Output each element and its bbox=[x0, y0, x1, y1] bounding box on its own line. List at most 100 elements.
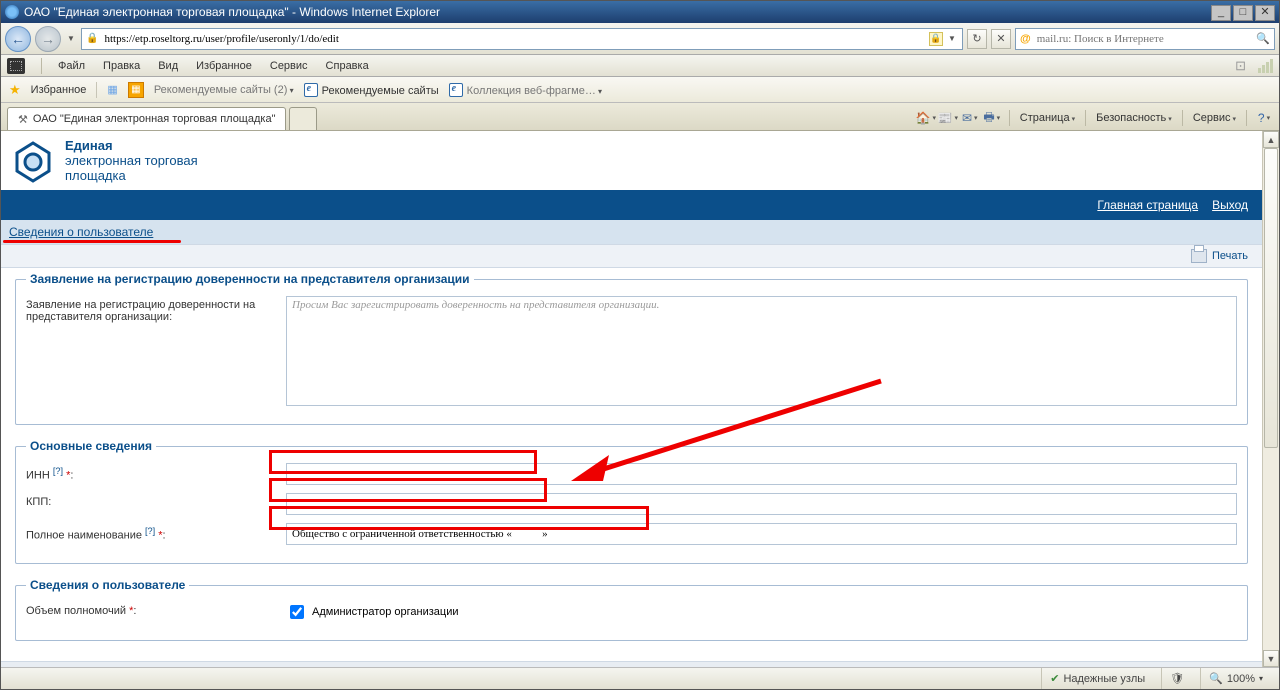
page-body: Единая электронная торговая площадка Гла… bbox=[1, 131, 1262, 667]
tab-active[interactable]: ⚒ ОАО "Единая электронная торговая площа… bbox=[7, 107, 286, 130]
addon-icon[interactable] bbox=[7, 58, 25, 74]
tab-row: ⚒ ОАО "Единая электронная торговая площа… bbox=[1, 103, 1279, 131]
zone-shield-icon: ✔ bbox=[1050, 672, 1059, 685]
label-fullname: Полное наименование [?] *: bbox=[26, 523, 286, 542]
search-go-icon[interactable]: 🔍 bbox=[1256, 32, 1270, 45]
search-bar[interactable]: @ 🔍 bbox=[1015, 28, 1275, 50]
window-buttons[interactable]: _□✕ bbox=[1209, 4, 1275, 21]
fieldset-main: Основные сведения ИНН [?] *: КПП: Полное… bbox=[15, 439, 1248, 564]
site-logo bbox=[11, 140, 55, 184]
safety-menu[interactable]: Безопасность bbox=[1094, 112, 1174, 124]
service-menu[interactable]: Сервис bbox=[1191, 112, 1238, 124]
help-button[interactable]: ? bbox=[1255, 109, 1273, 127]
scroll-thumb[interactable] bbox=[1264, 148, 1278, 448]
input-kpp[interactable] bbox=[286, 493, 1237, 515]
fav-recommended[interactable]: Рекомендуемые сайты bbox=[322, 85, 439, 97]
site-footer: © ОАО "Единая электронная торговая площа… bbox=[1, 661, 1262, 667]
zoom-icon: 🔍 bbox=[1209, 672, 1223, 685]
home-button[interactable]: 🏠 bbox=[917, 109, 935, 127]
favorites-label[interactable]: Избранное bbox=[31, 84, 87, 96]
print-icon[interactable] bbox=[1191, 249, 1207, 263]
footer-copyright: © ОАО "Единая электронная торговая площа… bbox=[1, 666, 251, 668]
brand-l1: Единая bbox=[65, 138, 113, 153]
new-tab-button[interactable] bbox=[289, 107, 317, 130]
forward-button[interactable]: → bbox=[35, 26, 61, 52]
search-input[interactable] bbox=[1035, 32, 1253, 46]
breadcrumb-band: Сведения о пользователе bbox=[1, 220, 1262, 244]
breadcrumb-link[interactable]: Сведения о пользователе bbox=[9, 225, 153, 239]
url-input[interactable] bbox=[102, 32, 925, 46]
print-button[interactable]: 🖶 bbox=[983, 109, 1001, 127]
menu-edit[interactable]: Правка bbox=[95, 58, 148, 74]
address-bar[interactable]: 🔒 🔒 ▼ bbox=[81, 28, 963, 50]
url-dropdown[interactable]: ▼ bbox=[946, 28, 958, 50]
star-icon[interactable]: ★ bbox=[9, 82, 21, 98]
checkbox-admin[interactable] bbox=[290, 605, 304, 619]
ie-page-icon bbox=[449, 83, 463, 97]
menu-favorites[interactable]: Избранное bbox=[188, 58, 260, 74]
window-titlebar: ОАО "Единая электронная торговая площадк… bbox=[1, 1, 1279, 23]
top-nav-band: Главная страница Выход bbox=[1, 190, 1262, 220]
site-header: Единая электронная торговая площадка bbox=[1, 131, 1262, 190]
status-zoom: 100% bbox=[1227, 673, 1255, 685]
fav-grid-icon[interactable]: ▦ bbox=[107, 83, 117, 96]
refresh-button[interactable]: ↻ bbox=[967, 29, 987, 49]
restore-icon[interactable]: ⊡ bbox=[1235, 58, 1246, 74]
ie-page-icon bbox=[304, 83, 318, 97]
stop-button[interactable]: ✕ bbox=[991, 29, 1011, 49]
legend-user: Сведения о пользователе bbox=[26, 578, 189, 592]
status-bar: ✔ Надежные узлы 🛡 🔍 100% ▾ bbox=[1, 667, 1279, 689]
menu-view[interactable]: Вид bbox=[150, 58, 186, 74]
vertical-scrollbar[interactable]: ▲ ▼ bbox=[1262, 131, 1279, 667]
label-inn: ИНН [?] *: bbox=[26, 463, 286, 482]
cert-badge-icon[interactable]: 🔒 bbox=[929, 32, 943, 46]
menu-file[interactable]: Файл bbox=[50, 58, 93, 74]
status-protected-mode-icon: 🛡 bbox=[1161, 668, 1192, 689]
fav-recommended-drop[interactable]: Рекомендуемые сайты (2) bbox=[154, 84, 294, 96]
mail-button[interactable]: ✉ bbox=[961, 109, 979, 127]
feeds-button[interactable]: 📰 bbox=[939, 109, 957, 127]
input-inn[interactable] bbox=[286, 463, 1237, 485]
label-kpp: КПП: bbox=[26, 493, 286, 508]
fieldset-application: Заявление на регистрацию доверенности на… bbox=[15, 272, 1248, 425]
fieldset-user: Сведения о пользователе Объем полномочий… bbox=[15, 578, 1248, 641]
annotation-underline bbox=[3, 240, 181, 243]
status-zone: Надежные узлы bbox=[1063, 673, 1145, 685]
footer-server-time: Время сервера: 01 Июль 08:47 bbox=[1108, 666, 1262, 668]
menu-tools[interactable]: Сервис bbox=[262, 58, 316, 74]
separator bbox=[41, 58, 42, 74]
site-brand: Единая электронная торговая площадка bbox=[65, 139, 198, 184]
fav-tile-icon[interactable]: ▦ bbox=[128, 82, 144, 98]
legend-main: Основные сведения bbox=[26, 439, 156, 453]
command-bar: 🏠 📰 ✉ 🖶 Страница Безопасность Сервис ? bbox=[917, 109, 1273, 130]
ie-icon bbox=[5, 5, 19, 19]
label-scope: Объем полномочий *: bbox=[26, 602, 286, 617]
label-application: Заявление на регистрацию доверенности на… bbox=[26, 296, 286, 323]
window-title: ОАО "Единая электронная торговая площадк… bbox=[24, 5, 440, 19]
menu-help[interactable]: Справка bbox=[318, 58, 377, 74]
back-button[interactable]: ← bbox=[5, 26, 31, 52]
tab-title: ОАО "Единая электронная торговая площадк… bbox=[33, 113, 276, 125]
footer-local-time: Местное время: 01 Июль 08:47 bbox=[941, 666, 1100, 668]
menu-bar: Файл Правка Вид Избранное Сервис Справка… bbox=[1, 55, 1279, 77]
zoom-control[interactable]: 🔍 100% ▾ bbox=[1200, 668, 1271, 689]
nav-bar: ← → ▼ 🔒 🔒 ▼ ↻ ✕ @ 🔍 bbox=[1, 23, 1279, 55]
textarea-application[interactable] bbox=[286, 296, 1237, 406]
input-fullname[interactable] bbox=[286, 523, 1237, 545]
link-home[interactable]: Главная страница bbox=[1097, 198, 1198, 212]
signal-icon bbox=[1258, 59, 1273, 73]
history-dropdown[interactable]: ▼ bbox=[65, 28, 77, 50]
favorites-bar: ★ Избранное ▦ ▦ Рекомендуемые сайты (2) … bbox=[1, 77, 1279, 103]
checkbox-admin-label: Администратор организации bbox=[312, 606, 459, 618]
page-menu[interactable]: Страница bbox=[1018, 112, 1077, 124]
print-link[interactable]: Печать bbox=[1212, 250, 1248, 262]
fav-webslice[interactable]: Коллекция веб-фрагме… bbox=[467, 85, 596, 97]
brand-l3: площадка bbox=[65, 168, 126, 183]
search-provider-icon: @ bbox=[1020, 33, 1031, 45]
site-icon: ⚒ bbox=[18, 113, 28, 126]
legend-application: Заявление на регистрацию доверенности на… bbox=[26, 272, 474, 286]
scroll-up-button[interactable]: ▲ bbox=[1263, 131, 1279, 148]
scroll-down-button[interactable]: ▼ bbox=[1263, 650, 1279, 667]
print-row: Печать bbox=[1, 244, 1262, 268]
link-exit[interactable]: Выход bbox=[1212, 198, 1248, 212]
